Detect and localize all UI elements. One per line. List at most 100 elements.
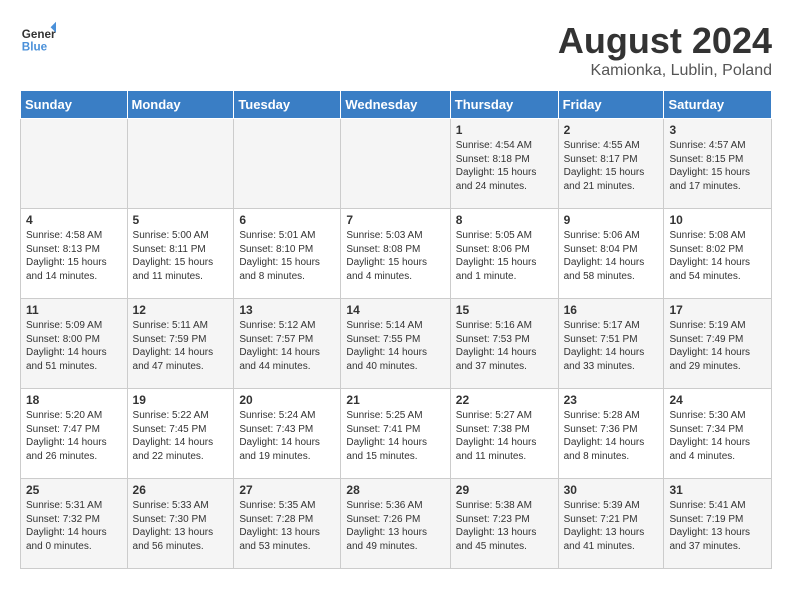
day-number: 3 (669, 123, 766, 137)
day-number: 21 (346, 393, 444, 407)
day-number: 23 (564, 393, 659, 407)
calendar-cell: 21 Sunrise: 5:25 AM Sunset: 7:41 PM Dayli… (341, 389, 450, 479)
day-header-thursday: Thursday (450, 91, 558, 119)
cell-content: Sunrise: 5:20 AM Sunset: 7:47 PM Dayligh… (26, 409, 122, 463)
day-number: 15 (456, 303, 553, 317)
cell-content: Sunrise: 5:39 AM Sunset: 7:21 PM Dayligh… (564, 499, 659, 553)
calendar-cell: 5 Sunrise: 5:00 AM Sunset: 8:11 PM Daylig… (127, 209, 234, 299)
calendar-cell: 6Sunrise: 5:01 AM Sunset: 8:10 PM Daylig… (234, 209, 341, 299)
calendar-header-row: SundayMondayTuesdayWednesdayThursdayFrid… (21, 91, 772, 119)
day-number: 9 (564, 213, 659, 227)
calendar-week-row: 1 Sunrise: 4:54 AM Sunset: 8:18 PM Daylig… (21, 119, 772, 209)
calendar-cell: 19Sunrise: 5:22 AM Sunset: 7:45 PM Dayli… (127, 389, 234, 479)
day-number: 2 (564, 123, 659, 137)
day-number: 28 (346, 483, 444, 497)
cell-content: Sunrise: 5:19 AM Sunset: 7:49 PM Dayligh… (669, 319, 766, 373)
calendar-cell: 3Sunrise: 4:57 AM Sunset: 8:15 PM Daylig… (664, 119, 772, 209)
calendar-cell: 26 Sunrise: 5:33 AM Sunset: 7:30 PM Dayli… (127, 479, 234, 569)
day-number: 10 (669, 213, 766, 227)
calendar-week-row: 11 Sunrise: 5:09 AM Sunset: 8:00 PM Dayli… (21, 299, 772, 389)
month-title: August 2024 (558, 20, 772, 62)
calendar-cell: 9Sunrise: 5:06 AM Sunset: 8:04 PM Daylig… (558, 209, 664, 299)
day-header-saturday: Saturday (664, 91, 772, 119)
cell-content: Sunrise: 5:35 AM Sunset: 7:28 PM Dayligh… (239, 499, 335, 553)
day-number: 26 (133, 483, 229, 497)
calendar-cell: 29Sunrise: 5:38 AM Sunset: 7:23 PM Dayli… (450, 479, 558, 569)
calendar-cell: 1 Sunrise: 4:54 AM Sunset: 8:18 PM Daylig… (450, 119, 558, 209)
day-header-friday: Friday (558, 91, 664, 119)
calendar-cell: 15Sunrise: 5:16 AM Sunset: 7:53 PM Dayli… (450, 299, 558, 389)
calendar-cell: 4Sunrise: 4:58 AM Sunset: 8:13 PM Daylig… (21, 209, 128, 299)
cell-content: Sunrise: 5:24 AM Sunset: 7:43 PM Dayligh… (239, 409, 335, 463)
day-number: 5 (133, 213, 229, 227)
cell-content: Sunrise: 5:27 AM Sunset: 7:38 PM Dayligh… (456, 409, 553, 463)
day-number: 1 (456, 123, 553, 137)
calendar-cell: 16 Sunrise: 5:17 AM Sunset: 7:51 PM Dayli… (558, 299, 664, 389)
day-number: 16 (564, 303, 659, 317)
calendar-cell: 14 Sunrise: 5:14 AM Sunset: 7:55 PM Dayli… (341, 299, 450, 389)
day-number: 27 (239, 483, 335, 497)
day-number: 22 (456, 393, 553, 407)
day-header-monday: Monday (127, 91, 234, 119)
calendar-cell: 25 Sunrise: 5:31 AM Sunset: 7:32 PM Dayli… (21, 479, 128, 569)
calendar-cell: 17 Sunrise: 5:19 AM Sunset: 7:49 PM Dayli… (664, 299, 772, 389)
cell-content: Sunrise: 5:41 AM Sunset: 7:19 PM Dayligh… (669, 499, 766, 553)
calendar-cell: 31Sunrise: 5:41 AM Sunset: 7:19 PM Dayli… (664, 479, 772, 569)
day-header-tuesday: Tuesday (234, 91, 341, 119)
location: Kamionka, Lublin, Poland (558, 62, 772, 80)
day-number: 7 (346, 213, 444, 227)
logo: General Blue (20, 20, 56, 56)
calendar-cell: 22 Sunrise: 5:27 AM Sunset: 7:38 PM Dayli… (450, 389, 558, 479)
calendar-week-row: 25 Sunrise: 5:31 AM Sunset: 7:32 PM Dayli… (21, 479, 772, 569)
cell-content: Sunrise: 5:33 AM Sunset: 7:30 PM Dayligh… (133, 499, 229, 553)
day-number: 24 (669, 393, 766, 407)
logo-icon: General Blue (20, 20, 56, 56)
cell-content: Sunrise: 5:09 AM Sunset: 8:00 PM Dayligh… (26, 319, 122, 373)
cell-content: Sunrise: 5:30 AM Sunset: 7:34 PM Dayligh… (669, 409, 766, 463)
cell-content: Sunrise: 4:55 AM Sunset: 8:17 PM Dayligh… (564, 139, 659, 193)
cell-content: Sunrise: 5:08 AM Sunset: 8:02 PM Dayligh… (669, 229, 766, 283)
calendar-cell (341, 119, 450, 209)
day-number: 30 (564, 483, 659, 497)
cell-content: Sunrise: 5:12 AM Sunset: 7:57 PM Dayligh… (239, 319, 335, 373)
svg-text:General: General (22, 28, 56, 41)
calendar-table: SundayMondayTuesdayWednesdayThursdayFrid… (20, 90, 772, 569)
day-number: 17 (669, 303, 766, 317)
day-number: 11 (26, 303, 122, 317)
page-header: General Blue August 2024 Kamionka, Lubli… (20, 20, 772, 80)
calendar-cell: 8Sunrise: 5:05 AM Sunset: 8:06 PM Daylig… (450, 209, 558, 299)
calendar-week-row: 18 Sunrise: 5:20 AM Sunset: 7:47 PM Dayli… (21, 389, 772, 479)
calendar-week-row: 4Sunrise: 4:58 AM Sunset: 8:13 PM Daylig… (21, 209, 772, 299)
day-number: 6 (239, 213, 335, 227)
day-number: 14 (346, 303, 444, 317)
title-block: August 2024 Kamionka, Lublin, Poland (558, 20, 772, 80)
calendar-cell: 30 Sunrise: 5:39 AM Sunset: 7:21 PM Dayli… (558, 479, 664, 569)
day-number: 25 (26, 483, 122, 497)
cell-content: Sunrise: 5:31 AM Sunset: 7:32 PM Dayligh… (26, 499, 122, 553)
day-number: 4 (26, 213, 122, 227)
cell-content: Sunrise: 5:36 AM Sunset: 7:26 PM Dayligh… (346, 499, 444, 553)
cell-content: Sunrise: 5:28 AM Sunset: 7:36 PM Dayligh… (564, 409, 659, 463)
day-number: 13 (239, 303, 335, 317)
day-number: 19 (133, 393, 229, 407)
calendar-cell: 18 Sunrise: 5:20 AM Sunset: 7:47 PM Dayli… (21, 389, 128, 479)
calendar-cell: 2 Sunrise: 4:55 AM Sunset: 8:17 PM Daylig… (558, 119, 664, 209)
calendar-cell: 20 Sunrise: 5:24 AM Sunset: 7:43 PM Dayli… (234, 389, 341, 479)
cell-content: Sunrise: 5:00 AM Sunset: 8:11 PM Dayligh… (133, 229, 229, 283)
cell-content: Sunrise: 5:03 AM Sunset: 8:08 PM Dayligh… (346, 229, 444, 283)
calendar-cell: 7 Sunrise: 5:03 AM Sunset: 8:08 PM Daylig… (341, 209, 450, 299)
calendar-cell: 13 Sunrise: 5:12 AM Sunset: 7:57 PM Dayli… (234, 299, 341, 389)
cell-content: Sunrise: 5:25 AM Sunset: 7:41 PM Dayligh… (346, 409, 444, 463)
day-number: 18 (26, 393, 122, 407)
cell-content: Sunrise: 5:14 AM Sunset: 7:55 PM Dayligh… (346, 319, 444, 373)
calendar-cell: 10 Sunrise: 5:08 AM Sunset: 8:02 PM Dayli… (664, 209, 772, 299)
day-number: 8 (456, 213, 553, 227)
calendar-cell: 11 Sunrise: 5:09 AM Sunset: 8:00 PM Dayli… (21, 299, 128, 389)
cell-content: Sunrise: 4:54 AM Sunset: 8:18 PM Dayligh… (456, 139, 553, 193)
calendar-cell: 27 Sunrise: 5:35 AM Sunset: 7:28 PM Dayli… (234, 479, 341, 569)
day-number: 20 (239, 393, 335, 407)
cell-content: Sunrise: 5:11 AM Sunset: 7:59 PM Dayligh… (133, 319, 229, 373)
calendar-cell: 24 Sunrise: 5:30 AM Sunset: 7:34 PM Dayli… (664, 389, 772, 479)
cell-content: Sunrise: 5:17 AM Sunset: 7:51 PM Dayligh… (564, 319, 659, 373)
cell-content: Sunrise: 5:38 AM Sunset: 7:23 PM Dayligh… (456, 499, 553, 553)
